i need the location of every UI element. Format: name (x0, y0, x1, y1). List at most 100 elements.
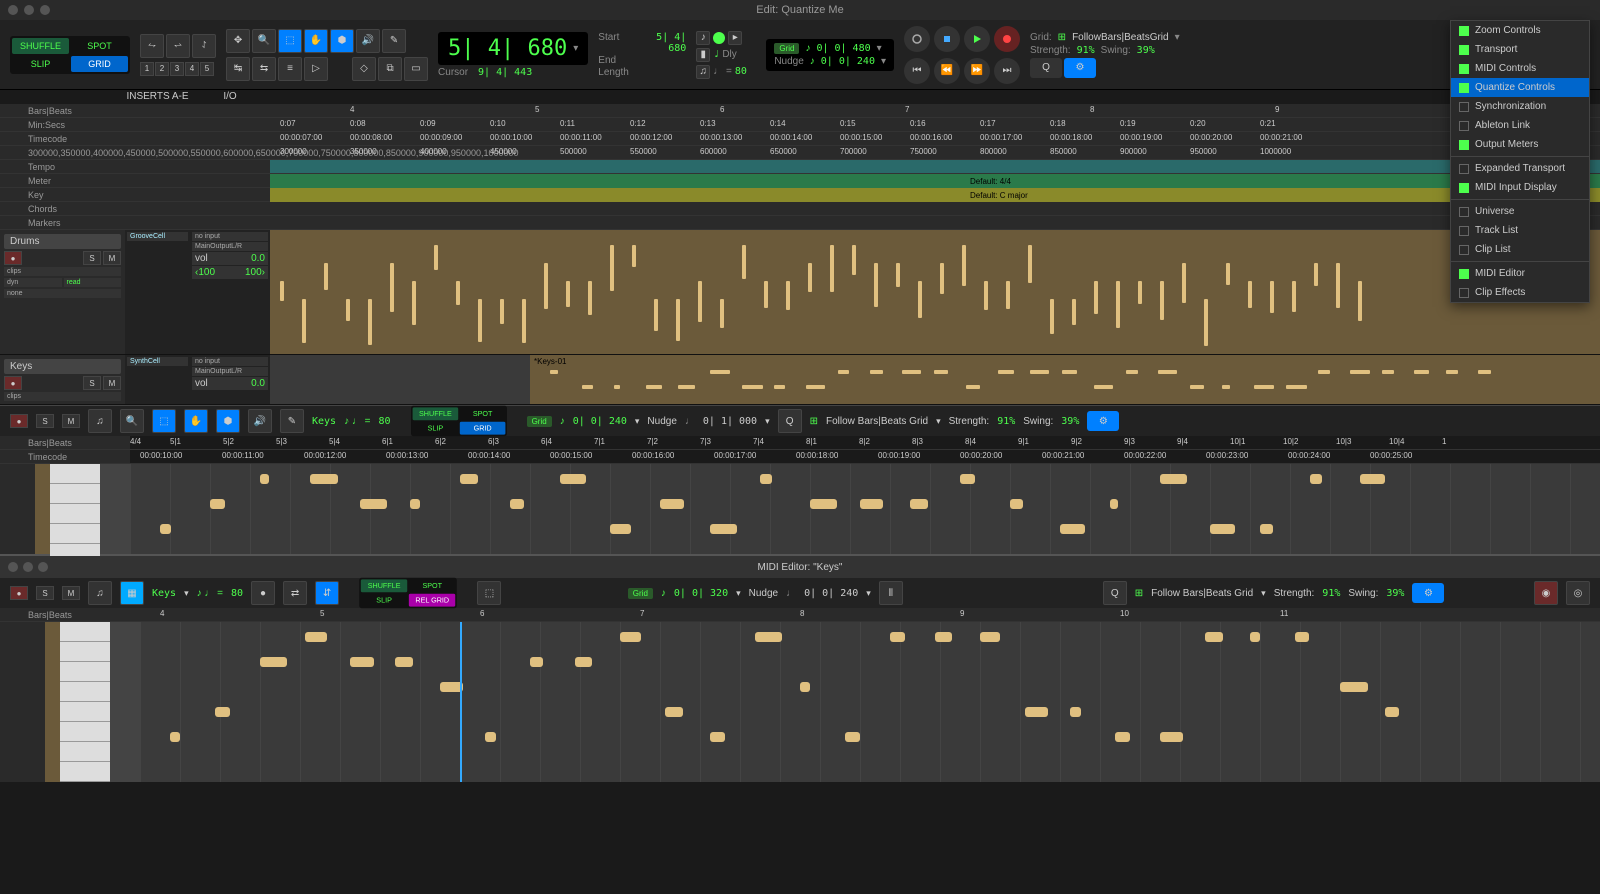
minimize-icon[interactable] (23, 562, 33, 572)
cursor-icon[interactable]: ⬚ (477, 581, 501, 605)
settings-icon[interactable]: ⚙ (1412, 583, 1444, 603)
menu-item-transport[interactable]: Transport (1451, 40, 1589, 59)
menu-item-midi-controls[interactable]: MIDI Controls (1451, 59, 1589, 78)
ruler-key[interactable]: Key (0, 188, 270, 201)
conductor-icon[interactable]: ▮ (696, 48, 710, 62)
sel-start[interactable]: 5| 4| 680 (636, 32, 686, 54)
automation-icon[interactable]: ◇ (352, 57, 376, 81)
keys-clip[interactable]: *Keys-01 (270, 355, 1600, 404)
midi-track-name[interactable]: Keys (312, 416, 336, 427)
menu-item-track-list[interactable]: Track List (1451, 221, 1589, 240)
conductor-icon[interactable]: ● (251, 581, 275, 605)
solo-button[interactable]: S (83, 251, 101, 265)
mute-button[interactable]: M (62, 586, 80, 600)
link-icon[interactable]: ⇵ (315, 581, 339, 605)
zoom-tool-icon[interactable]: ✥ (226, 29, 250, 53)
spot-mode-button[interactable]: SPOT (71, 38, 128, 54)
menu-item-clip-effects[interactable]: Clip Effects (1451, 283, 1589, 302)
midi-piano-roll[interactable] (140, 622, 1600, 782)
grid-badge[interactable]: Grid (774, 43, 799, 54)
playback-icon[interactable]: ▷ (304, 57, 328, 81)
track-name-drums[interactable]: Drums (4, 234, 121, 249)
quantize-apply-button[interactable]: Q (1030, 58, 1062, 78)
quantize-icon[interactable]: Q (1103, 581, 1127, 605)
rewind-button[interactable]: ⏪ (934, 58, 960, 84)
quantize-swing[interactable]: 39% (1137, 45, 1155, 56)
rec-button[interactable]: ● (10, 414, 28, 428)
drums-clip[interactable] (270, 230, 1600, 354)
piano-keyboard[interactable] (60, 622, 110, 782)
menu-item-output-meters[interactable]: Output Meters (1451, 135, 1589, 154)
midi-bpm[interactable]: 80 (379, 416, 391, 427)
pencil-tool-icon[interactable]: ✎ (382, 29, 406, 53)
menu-item-zoom-controls[interactable]: Zoom Controls (1451, 21, 1589, 40)
slip-mode-button[interactable]: SLIP (12, 56, 69, 72)
record-arm-button[interactable]: ● (4, 251, 22, 265)
rec-button[interactable]: ● (10, 586, 28, 600)
ruler-minsecs[interactable]: Min:Secs (0, 118, 270, 131)
insert-groovecell[interactable]: GrooveCell (127, 232, 188, 241)
online-button[interactable] (904, 26, 930, 52)
quantize-icon[interactable]: Q (778, 409, 802, 433)
quantize-grid-icon[interactable]: ⊞ (810, 416, 818, 427)
target-icon[interactable]: ◉ (1534, 581, 1558, 605)
midi-piano-roll[interactable] (130, 464, 1600, 554)
mute-button[interactable]: M (103, 251, 121, 265)
quantize-settings-button[interactable]: ⚙ (1064, 58, 1096, 78)
rtz-button[interactable]: ⏮ (904, 58, 930, 84)
midi-follow[interactable]: Follow Bars|Beats Grid (826, 416, 928, 427)
solo-button[interactable]: S (36, 414, 54, 428)
minimize-icon[interactable] (24, 5, 34, 15)
zoom-preset-5[interactable]: 5 (200, 62, 214, 76)
play-button[interactable] (964, 26, 990, 52)
ruler-markers[interactable]: Markers (0, 216, 270, 229)
track-name-keys[interactable]: Keys (4, 359, 121, 374)
zoom-preset-1[interactable]: 1 (140, 62, 154, 76)
zoom-preset-4[interactable]: 4 (185, 62, 199, 76)
sel-end[interactable] (636, 55, 686, 66)
scrubber-tool-icon[interactable]: 🔊 (356, 29, 380, 53)
playhead[interactable] (460, 622, 462, 782)
zoom-icon[interactable]: 🔍 (120, 409, 144, 433)
forward-button[interactable]: ⏩ (964, 58, 990, 84)
quantize-grid-icon[interactable]: ⊞ (1135, 588, 1143, 599)
tempo-value[interactable]: 80 (735, 66, 747, 77)
stop-button[interactable] (934, 26, 960, 52)
main-counter[interactable]: 5| 4| 680 (448, 36, 567, 61)
maximize-icon[interactable] (40, 5, 50, 15)
zoom-preset-3[interactable]: 3 (170, 62, 184, 76)
menu-item-expanded-transport[interactable]: Expanded Transport (1451, 159, 1589, 178)
solo-button[interactable]: S (83, 376, 101, 390)
menu-item-ableton-link[interactable]: Ableton Link (1451, 116, 1589, 135)
record-button[interactable] (994, 26, 1020, 52)
mute-button[interactable]: M (103, 376, 121, 390)
notes-view-icon[interactable]: ♫ (88, 581, 112, 605)
record-arm-button[interactable]: ● (4, 376, 22, 390)
nudge-value[interactable]: 0| 0| 240 (821, 56, 875, 67)
zoomer-tool-icon[interactable]: ⥊ (140, 34, 164, 58)
mirror-icon[interactable]: ⇄ (283, 581, 307, 605)
insert-synthcell[interactable]: SynthCell (127, 357, 188, 366)
shuffle-mode-button[interactable]: SHUFFLE (12, 38, 69, 54)
clips-selector[interactable]: clips (4, 267, 121, 276)
grid-mode-button[interactable]: GRID (71, 56, 128, 72)
layered-icon[interactable]: ▭ (404, 57, 428, 81)
notes-view-icon[interactable]: ♫ (88, 409, 112, 433)
io-input[interactable]: no input (192, 232, 268, 241)
menu-item-clip-list[interactable]: Clip List (1451, 240, 1589, 259)
target2-icon[interactable]: ◎ (1566, 581, 1590, 605)
countoff-icon[interactable]: ▸ (728, 31, 742, 45)
tab-transient-icon[interactable]: ↹ (226, 57, 250, 81)
trim-tool-icon[interactable]: ⥋ (166, 34, 190, 58)
midi-grid[interactable]: 0| 0| 240 (573, 416, 627, 427)
ruler-tempo[interactable]: Tempo (0, 160, 270, 173)
menu-item-midi-editor[interactable]: MIDI Editor (1451, 264, 1589, 283)
quantize-strength[interactable]: 91% (1077, 45, 1095, 56)
menu-item-universe[interactable]: Universe (1451, 202, 1589, 221)
magnify-icon[interactable]: 🔍 (252, 29, 276, 53)
grid-value[interactable]: 0| 0| 480 (816, 43, 870, 54)
piano-keyboard[interactable] (50, 464, 100, 554)
cursor-tool-icon[interactable]: ⬚ (278, 29, 302, 53)
smart-icon[interactable]: ⬢ (216, 409, 240, 433)
grabber-icon[interactable]: ✋ (184, 409, 208, 433)
